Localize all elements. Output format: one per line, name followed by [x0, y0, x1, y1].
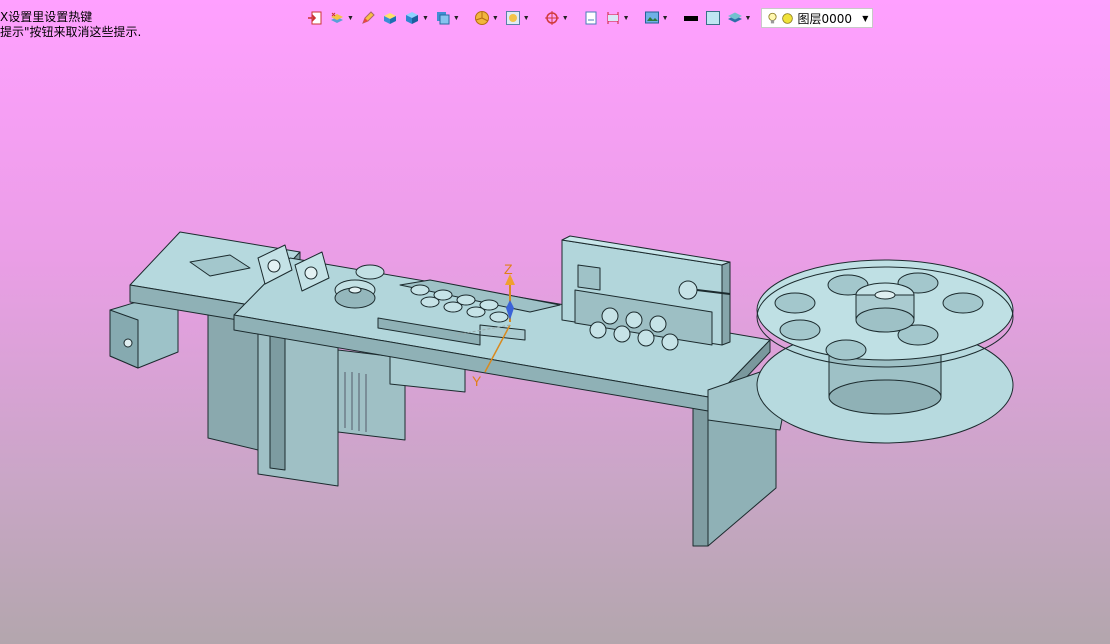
- axis-z-label: Z: [504, 261, 513, 277]
- drive-gear: [355, 264, 385, 280]
- front-support-edge: [269, 334, 286, 471]
- axis-y-label: Y: [472, 373, 482, 389]
- stepper-motor-face: [109, 309, 139, 369]
- model-viewport[interactable]: Z Y: [0, 0, 1110, 644]
- rear-leg-side: [692, 399, 709, 547]
- motor-shaft: [123, 338, 133, 348]
- tension-knob: [678, 280, 698, 300]
